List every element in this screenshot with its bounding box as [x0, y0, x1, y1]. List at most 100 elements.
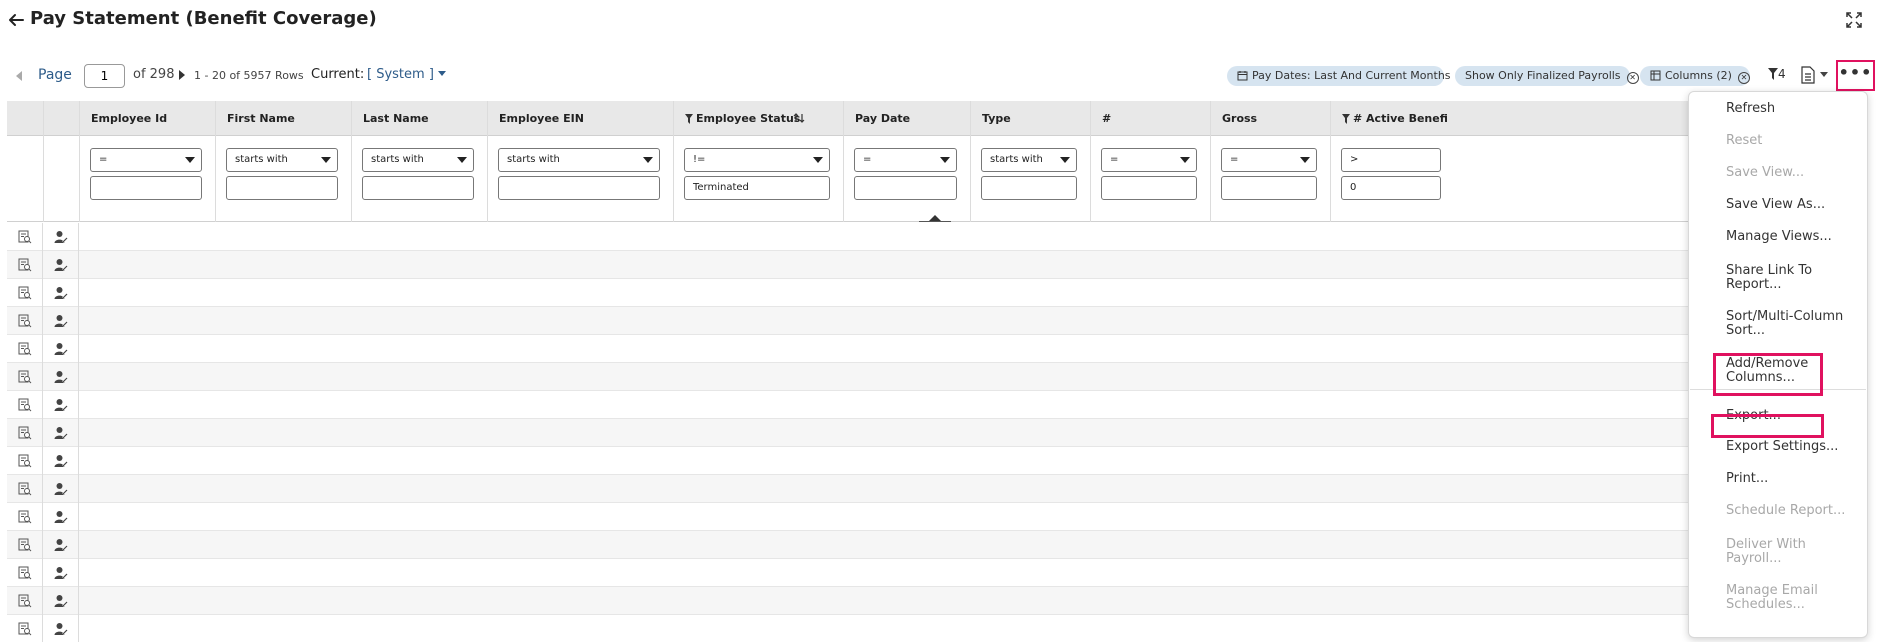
edit-employee-icon[interactable]: [43, 447, 79, 475]
table-row: [7, 223, 1697, 251]
edit-employee-icon[interactable]: [43, 559, 79, 587]
view-record-icon[interactable]: [7, 503, 43, 531]
column-header[interactable]: # Active Benefi: [1342, 101, 1685, 136]
edit-employee-icon[interactable]: [43, 363, 79, 391]
filter-value-input[interactable]: [362, 176, 474, 200]
edit-employee-icon[interactable]: [43, 307, 79, 335]
more-options-menu: Refresh Reset Save View... Save View As... M…: [1688, 91, 1868, 638]
document-icon[interactable]: [1801, 66, 1815, 84]
remove-chip-icon[interactable]: ✕: [1737, 72, 1750, 84]
filter-value-text: Terminated: [693, 182, 749, 193]
menu-item-print[interactable]: Print...: [1726, 472, 1856, 486]
pay-dates-filter-chip[interactable]: Pay Dates: Last And Current Months: [1227, 66, 1451, 86]
column-divider: [1210, 101, 1211, 222]
sort-icon[interactable]: [793, 112, 805, 124]
filter-value-input[interactable]: 0: [1341, 176, 1441, 200]
table-row: [7, 419, 1697, 447]
next-page-icon[interactable]: [178, 69, 186, 81]
filter-value-input[interactable]: [226, 176, 338, 200]
column-header[interactable]: Employee Id: [91, 101, 203, 136]
edit-employee-icon[interactable]: [43, 419, 79, 447]
edit-employee-icon[interactable]: [43, 475, 79, 503]
filter-operator-select[interactable]: starts with: [981, 148, 1077, 172]
view-record-icon[interactable]: [7, 279, 43, 307]
edit-employee-icon[interactable]: [43, 251, 79, 279]
filter-operator-select[interactable]: !=: [684, 148, 830, 172]
filter-operator-select[interactable]: starts with: [498, 148, 660, 172]
column-divider: [487, 101, 488, 222]
column-header[interactable]: #: [1102, 101, 1198, 136]
view-record-icon[interactable]: [7, 391, 43, 419]
filter-operator-select[interactable]: >: [1341, 148, 1441, 172]
view-record-icon[interactable]: [7, 475, 43, 503]
remove-chip-icon[interactable]: ✕: [1626, 72, 1639, 84]
filter-value-input[interactable]: [981, 176, 1077, 200]
previous-page-icon[interactable]: [14, 70, 24, 82]
chip-label: Show Only Finalized Payrolls: [1465, 69, 1621, 82]
column-divider: [351, 101, 352, 222]
column-header[interactable]: First Name: [227, 101, 339, 136]
arrow-left-icon[interactable]: [6, 10, 26, 30]
filter-value-input[interactable]: [1221, 176, 1317, 200]
edit-employee-icon[interactable]: [43, 615, 79, 642]
filter-value-input[interactable]: [90, 176, 202, 200]
columns-chip[interactable]: Columns (2) ✕: [1640, 66, 1750, 86]
menu-item-manage-views[interactable]: Manage Views...: [1726, 230, 1856, 244]
edit-employee-icon[interactable]: [43, 335, 79, 363]
filter-value-input[interactable]: [1101, 176, 1197, 200]
current-view-value: [ System ]: [367, 67, 434, 82]
table-row: [7, 587, 1697, 615]
column-header[interactable]: Employee Status: [685, 101, 831, 136]
view-record-icon[interactable]: [7, 363, 43, 391]
edit-employee-icon[interactable]: [43, 531, 79, 559]
table-row: [7, 475, 1697, 503]
menu-item-sort-multi-column[interactable]: Sort/Multi-Column Sort...: [1726, 310, 1856, 338]
edit-employee-icon[interactable]: [43, 279, 79, 307]
more-options-button[interactable]: •••: [1836, 60, 1875, 91]
filter-operator-value: =: [1230, 154, 1239, 165]
filter-operator-select[interactable]: =: [1221, 148, 1317, 172]
view-record-icon[interactable]: [7, 335, 43, 363]
column-header[interactable]: Type: [982, 101, 1078, 136]
filter-operator-value: starts with: [507, 154, 560, 165]
filter-value-input[interactable]: [854, 176, 957, 200]
menu-item-save-view-as[interactable]: Save View As...: [1726, 198, 1856, 212]
filter-operator-select[interactable]: starts with: [362, 148, 474, 172]
view-record-icon[interactable]: [7, 531, 43, 559]
column-header[interactable]: Gross: [1222, 101, 1318, 136]
view-record-icon[interactable]: [7, 559, 43, 587]
view-record-icon[interactable]: [7, 615, 43, 642]
filter-icon: [685, 113, 693, 124]
menu-item-save-view: Save View...: [1726, 165, 1805, 180]
view-record-icon[interactable]: [7, 251, 43, 279]
menu-item-refresh[interactable]: Refresh: [1726, 102, 1856, 116]
filter-operator-select[interactable]: starts with: [226, 148, 338, 172]
fullscreen-icon[interactable]: [1844, 10, 1864, 30]
page-number-input[interactable]: [84, 64, 125, 88]
edit-employee-icon[interactable]: [43, 223, 79, 251]
edit-employee-icon[interactable]: [43, 587, 79, 615]
active-filters-button[interactable]: 4: [1768, 67, 1786, 81]
view-record-icon[interactable]: [7, 447, 43, 475]
current-view-dropdown[interactable]: [ System ]: [367, 67, 446, 82]
chevron-down-icon[interactable]: [1820, 72, 1828, 77]
view-record-icon[interactable]: [7, 223, 43, 251]
filter-operator-select[interactable]: =: [1101, 148, 1197, 172]
filter-operator-select[interactable]: =: [854, 148, 957, 172]
column-header[interactable]: Last Name: [363, 101, 475, 136]
menu-item-share-link[interactable]: Share Link To Report...: [1726, 264, 1856, 292]
edit-employee-icon[interactable]: [43, 503, 79, 531]
filter-operator-select[interactable]: =: [90, 148, 202, 172]
edit-employee-icon[interactable]: [43, 391, 79, 419]
column-header-label: Pay Date: [855, 112, 911, 125]
column-header[interactable]: Employee EIN: [499, 101, 661, 136]
view-record-icon[interactable]: [7, 419, 43, 447]
filter-value-input[interactable]: [498, 176, 660, 200]
filter-value-input[interactable]: Terminated: [684, 176, 830, 200]
finalized-payrolls-chip[interactable]: Show Only Finalized Payrolls ✕: [1455, 66, 1639, 86]
column-header[interactable]: Pay Date: [855, 101, 958, 136]
menu-item-export-settings[interactable]: Export Settings...: [1726, 440, 1856, 454]
view-record-icon[interactable]: [7, 307, 43, 335]
view-record-icon[interactable]: [7, 587, 43, 615]
chevron-down-icon: [1180, 157, 1190, 163]
